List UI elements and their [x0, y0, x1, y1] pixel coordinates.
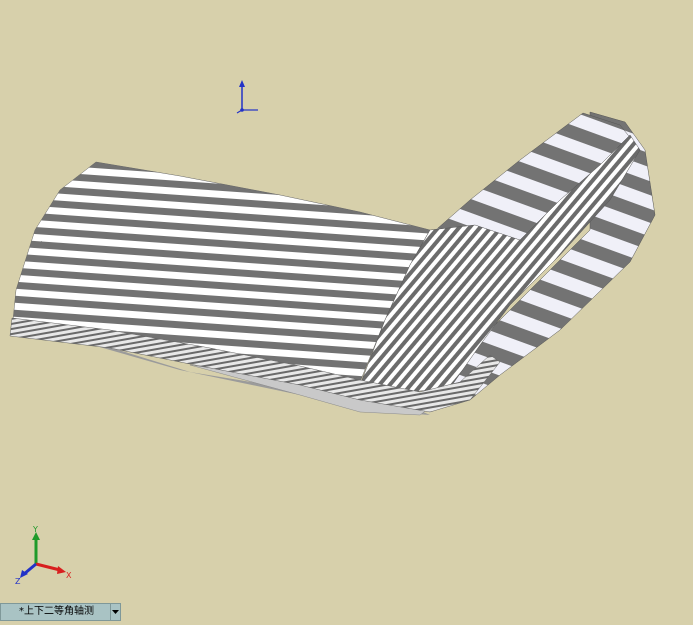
axis-z-label: Z [15, 577, 21, 586]
chevron-down-icon[interactable] [110, 603, 121, 621]
view-selector[interactable]: *上下二等角轴测 [0, 603, 121, 621]
axis-x-label: X [66, 571, 72, 580]
view-name-label[interactable]: *上下二等角轴测 [0, 603, 110, 621]
model-render[interactable] [0, 0, 693, 621]
graphics-viewport[interactable] [0, 0, 693, 621]
reference-triad-icon [236, 80, 258, 114]
axis-y-label: Y [32, 525, 38, 534]
model-left-arm-surface [11, 161, 431, 383]
view-orientation-triad-icon: Y X Z [15, 525, 72, 586]
